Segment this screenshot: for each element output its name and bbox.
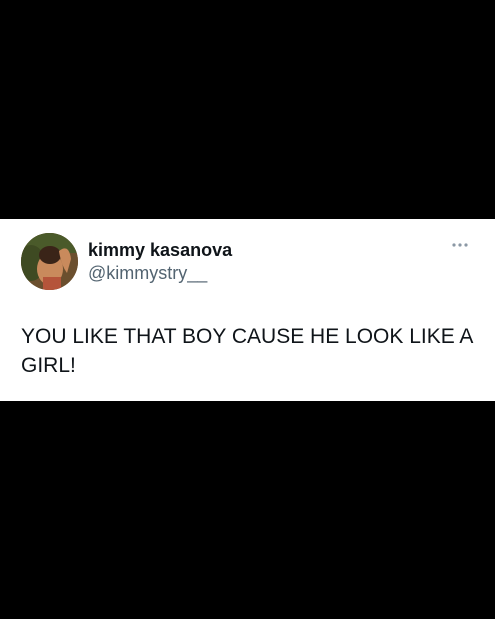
screenshot-page: kimmy kasanova @kimmystry__ YOU LIKE THA… [0,0,495,619]
avatar[interactable] [21,233,78,290]
display-name[interactable]: kimmy kasanova [88,240,232,261]
tweet-card: kimmy kasanova @kimmystry__ YOU LIKE THA… [0,219,495,401]
more-options-icon[interactable] [450,239,470,251]
profile-photo-icon [21,233,78,290]
user-handle[interactable]: @kimmystry__ [88,263,207,284]
tweet-text: YOU LIKE THAT BOY CAUSE HE LOOK LIKE A G… [21,325,473,377]
